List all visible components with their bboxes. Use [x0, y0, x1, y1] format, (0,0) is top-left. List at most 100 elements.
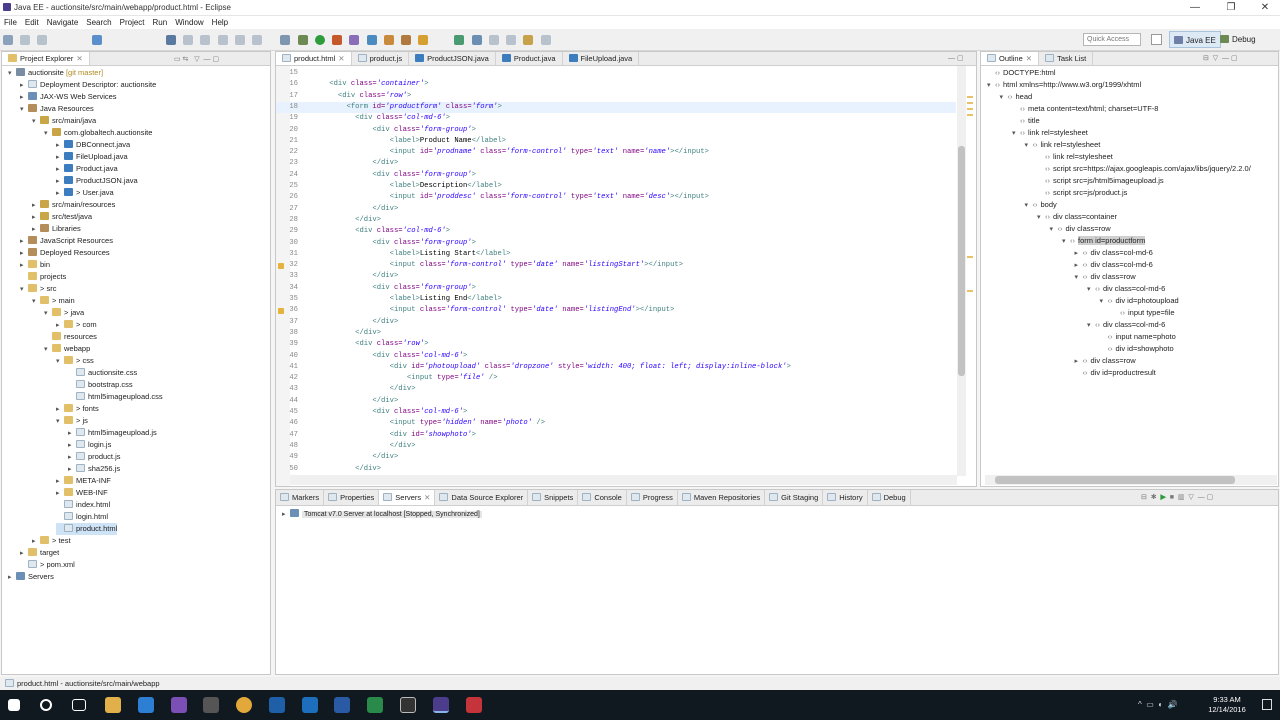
tree-item[interactable]: ▸ src/test/java [32, 211, 92, 223]
collapse-icon[interactable]: ▾ [1087, 320, 1095, 332]
collapse-icon[interactable]: ▾ [1025, 140, 1033, 152]
editor-scroll-thumb[interactable] [958, 146, 965, 376]
server-row[interactable]: ▸ Tomcat v7.0 Server at localhost [Stoppe… [282, 509, 482, 521]
tree-item[interactable]: resources [44, 331, 97, 343]
code-line[interactable]: 39 <div class='row'> [276, 339, 956, 350]
expand-icon[interactable]: ▸ [8, 572, 16, 584]
tree-item[interactable]: ▸ Product.java [56, 163, 118, 175]
outline-toolbar-icons[interactable]: ⊟ ▽ — ▢ [1203, 54, 1238, 62]
tree-item[interactable]: login.html [56, 511, 108, 523]
minimize-button[interactable]: — [1178, 0, 1212, 16]
outline-item[interactable]: ▾ ‹› div class=row [1075, 271, 1136, 283]
menu-run[interactable]: Run [149, 16, 172, 29]
code-line[interactable]: 50 </div> [276, 464, 956, 475]
code-line[interactable]: 24 <div class='form-group'> [276, 170, 956, 181]
collapse-icon[interactable]: ▾ [8, 68, 16, 80]
collapse-icon[interactable]: ▾ [1062, 236, 1070, 248]
code-line[interactable]: 41 <div id='photoupload' class='dropzone… [276, 362, 956, 373]
outline-item[interactable]: ▾ ‹› div class=container [1037, 211, 1117, 223]
tree-item[interactable]: ▸ Deployment Descriptor: auctionsite [20, 79, 156, 91]
code-line[interactable]: 49 </div> [276, 452, 956, 463]
code-line[interactable]: 15 [276, 68, 956, 79]
tree-item[interactable]: ▸ src/main/resources [32, 199, 115, 211]
task-view-icon[interactable] [72, 699, 86, 711]
bottom-tab[interactable]: Data Source Explorer [435, 490, 529, 505]
bottom-tab[interactable]: Maven Repositories [678, 490, 766, 505]
tree-item[interactable]: ▸ product.js [68, 451, 121, 463]
new-java-class-icon[interactable] [366, 35, 377, 45]
code-line[interactable]: 31 <label>Listing Start</label> [276, 249, 956, 260]
tree-item[interactable]: auctionsite.css [68, 367, 137, 379]
code-line[interactable]: 46 <input type='hidden' name='photo' /> [276, 418, 956, 429]
step-into-icon[interactable] [234, 35, 245, 45]
code-line[interactable]: 40 <div class='col-md-6'> [276, 351, 956, 362]
outline-item[interactable]: ‹› input type=file [1112, 307, 1175, 319]
outline-item[interactable]: ▸ ‹› div class=col-md-6 [1075, 247, 1153, 259]
outline-item[interactable]: ▾ ‹› body [1025, 199, 1057, 211]
perspective-debug[interactable]: Debug [1216, 31, 1260, 48]
menu-navigate[interactable]: Navigate [43, 16, 83, 29]
editor-minmax-icons[interactable]: — ▢ [948, 54, 964, 62]
app-icon[interactable] [203, 697, 219, 713]
collapse-icon[interactable]: ▾ [987, 80, 995, 92]
menu-help[interactable]: Help [208, 16, 232, 29]
code-line[interactable]: 25 <label>Description</label> [276, 181, 956, 192]
tree-item[interactable]: ▸ JavaScript Resources [20, 235, 113, 247]
edge-icon[interactable] [138, 697, 154, 713]
search-icon[interactable] [418, 35, 429, 45]
editor-tab[interactable]: FileUpload.java [563, 52, 640, 65]
tree-item[interactable]: ▸ Servers [8, 571, 54, 583]
collapse-icon[interactable]: ▾ [44, 308, 52, 320]
tree-item[interactable]: ▸ Deployed Resources [20, 247, 110, 259]
bottom-tab[interactable]: History [823, 490, 868, 505]
collapse-icon[interactable]: ▾ [56, 356, 64, 368]
menu-window[interactable]: Window [171, 16, 207, 29]
open-perspective-icon[interactable] [1151, 34, 1162, 45]
tree-item[interactable]: ▸ Libraries [32, 223, 81, 235]
menu-search[interactable]: Search [82, 16, 115, 29]
tree-item[interactable]: ▸ login.js [68, 439, 111, 451]
tree-item[interactable]: ▸ > User.java [56, 187, 114, 199]
code-line[interactable]: 22 <input id='prodname' class='form-cont… [276, 147, 956, 158]
code-line[interactable]: 21 <label>Product Name</label> [276, 136, 956, 147]
view-toolbar-icons[interactable]: ▭ ⇆ ▽ — ▢ [174, 55, 219, 63]
code-line[interactable]: 43 </div> [276, 384, 956, 395]
tab-project-explorer[interactable]: Project Explorer ✕ [2, 52, 90, 65]
tree-item[interactable]: ▾ auctionsite [git master] [8, 67, 103, 79]
tree-item[interactable]: html5imageupload.css [68, 391, 163, 403]
bottom-tab[interactable]: Debug [868, 490, 911, 505]
code-line[interactable]: 36 <input class='form-control' type='dat… [276, 305, 956, 316]
tree-item[interactable]: ▸ FileUpload.java [56, 151, 128, 163]
code-line[interactable]: 47 <div id='showphoto'> [276, 430, 956, 441]
collapse-icon[interactable]: ▾ [1100, 296, 1108, 308]
next-annotation-icon[interactable] [488, 35, 499, 45]
outlook-icon[interactable] [302, 697, 318, 713]
tree-item[interactable]: ▸ WEB-INF [56, 487, 108, 499]
collapse-icon[interactable]: ▾ [44, 344, 52, 356]
code-line[interactable]: 48 </div> [276, 441, 956, 452]
menu-file[interactable]: File [0, 16, 21, 29]
outline-item[interactable]: ‹› script src=js/product.js [1037, 187, 1127, 199]
outline-item[interactable]: ‹› DOCTYPE:html [987, 67, 1056, 79]
word-icon[interactable] [334, 697, 350, 713]
tree-item[interactable]: ▸ target [20, 547, 59, 559]
collapse-icon[interactable]: ▾ [32, 296, 40, 308]
outline-item[interactable]: ▸ ‹› div class=col-md-6 [1075, 259, 1153, 271]
collapse-icon[interactable]: ▾ [44, 128, 52, 140]
code-line[interactable]: 20 <div class='form-group'> [276, 125, 956, 136]
tree-item[interactable]: ▾ Java Resources [20, 103, 94, 115]
code-line[interactable]: 18 <form id='productform' class='form'> [276, 101, 956, 114]
code-line[interactable]: 16 <div class='container'> [276, 79, 956, 90]
code-line[interactable]: 34 <div class='form-group'> [276, 283, 956, 294]
tree-item[interactable]: ▾ > css [56, 355, 94, 367]
server-icon[interactable] [280, 35, 291, 45]
collapse-icon[interactable]: ▾ [1012, 128, 1020, 140]
code-line[interactable]: 37 </div> [276, 317, 956, 328]
tree-item[interactable]: ▸ DBConnect.java [56, 139, 130, 151]
collapse-icon[interactable]: ▾ [56, 416, 64, 428]
editor-tab[interactable]: product.html ✕ [276, 52, 352, 65]
editor-vertical-scrollbar[interactable] [957, 66, 966, 476]
code-line[interactable]: 45 <div class='col-md-6'> [276, 407, 956, 418]
bottom-tab[interactable]: Properties [324, 490, 380, 505]
code-line[interactable]: 29 <div class='col-md-6'> [276, 226, 956, 237]
